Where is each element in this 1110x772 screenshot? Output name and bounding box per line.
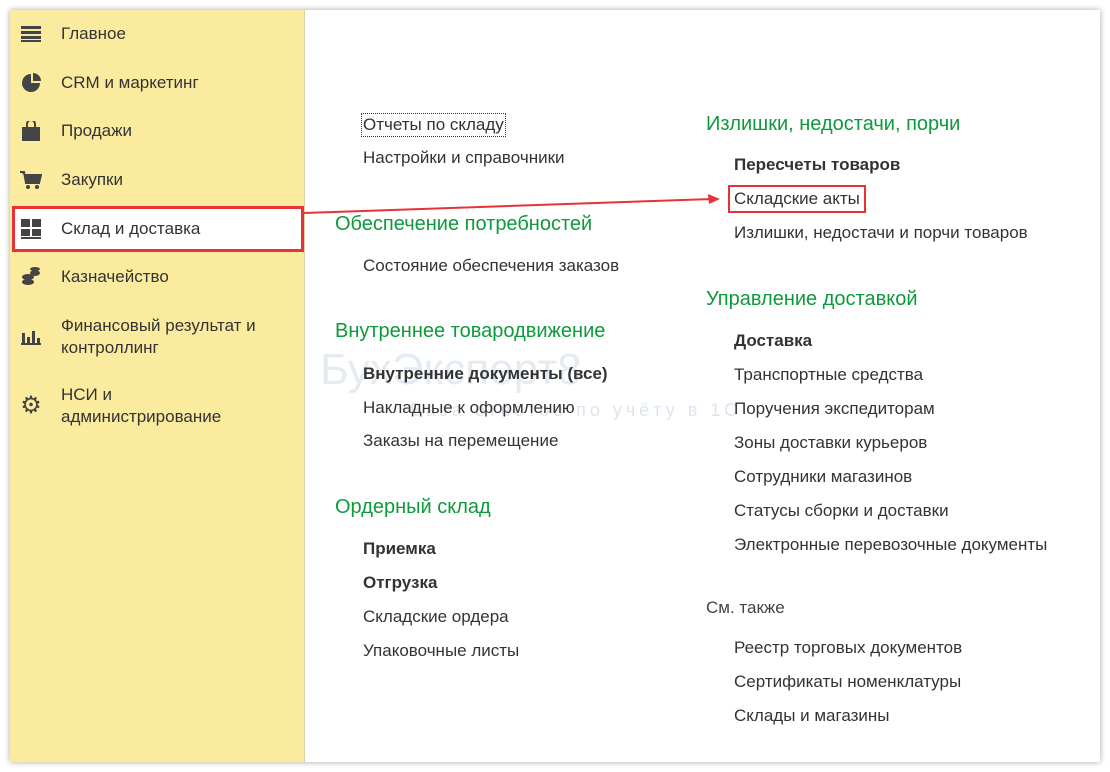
section-title: Внутреннее товародвижение xyxy=(335,320,606,342)
link[interactable]: Отгрузка xyxy=(363,573,437,593)
section-title: Обеспечение потребностей xyxy=(335,213,593,235)
link[interactable]: Пересчеты товаров xyxy=(734,155,900,175)
link-warehouse-reports[interactable]: Отчеты по складу xyxy=(361,113,506,137)
link-warehouse-acts[interactable]: Складские акты xyxy=(728,185,866,213)
link[interactable]: Статусы сборки и доставки xyxy=(734,501,949,521)
link[interactable]: Склады и магазины xyxy=(734,706,890,726)
link[interactable]: Реестр торговых документов xyxy=(734,638,962,658)
link-settings[interactable]: Настройки и справочники xyxy=(363,148,565,168)
link[interactable]: Упаковочные листы xyxy=(363,641,519,661)
link[interactable]: Сотрудники магазинов xyxy=(734,467,912,487)
link[interactable]: Сертификаты номенклатуры xyxy=(734,672,961,692)
see-also-title: См. также xyxy=(706,598,785,617)
section-title: Излишки, недостачи, порчи xyxy=(706,113,961,135)
section-title: Управление доставкой xyxy=(706,288,918,310)
link[interactable]: Заказы на перемещение xyxy=(363,431,558,451)
link[interactable]: Зоны доставки курьеров xyxy=(734,433,927,453)
link[interactable]: Излишки, недостачи и порчи товаров xyxy=(734,223,1028,243)
link[interactable]: Транспортные средства xyxy=(734,365,923,385)
link[interactable]: Состояние обеспечения заказов xyxy=(363,256,619,276)
section-title: Ордерный склад xyxy=(335,496,491,518)
link[interactable]: Электронные перевозочные документы xyxy=(734,535,1047,555)
link[interactable]: Доставка xyxy=(734,331,812,351)
link[interactable]: Приемка xyxy=(363,539,436,559)
link[interactable]: Складские ордера xyxy=(363,607,509,627)
link[interactable]: Внутренние документы (все) xyxy=(363,364,608,384)
link[interactable]: Поручения экспедиторам xyxy=(734,399,935,419)
link[interactable]: Накладные к оформлению xyxy=(363,398,575,418)
